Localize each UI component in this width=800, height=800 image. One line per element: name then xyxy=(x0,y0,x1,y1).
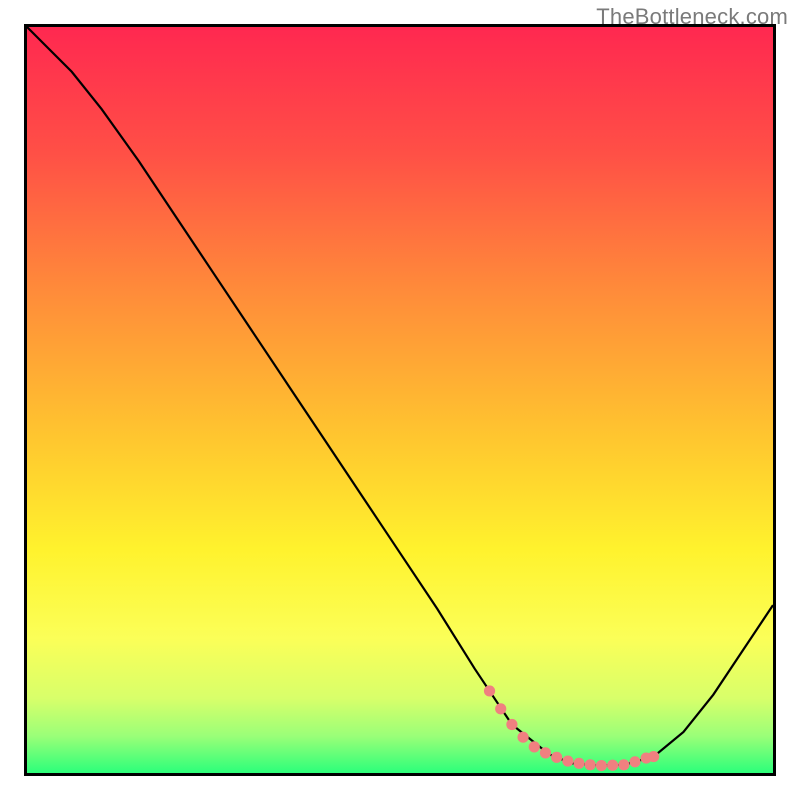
optimal-marker-dot xyxy=(562,755,573,766)
chart-container: TheBottleneck.com xyxy=(0,0,800,800)
optimal-marker-dot xyxy=(506,719,517,730)
plot-area xyxy=(24,24,776,776)
optimal-marker-dot xyxy=(529,741,540,752)
optimal-marker-dot xyxy=(607,760,618,771)
optimal-marker-dot xyxy=(517,732,528,743)
bottleneck-curve xyxy=(27,27,773,766)
optimal-marker-dot xyxy=(495,703,506,714)
optimal-marker-dot xyxy=(551,752,562,763)
optimal-marker-dot xyxy=(484,685,495,696)
optimal-marker-dot xyxy=(618,759,629,770)
optimal-marker-dot xyxy=(648,751,659,762)
optimal-marker-dot xyxy=(596,760,607,771)
optimal-marker-dot xyxy=(540,747,551,758)
plot-curves xyxy=(27,27,773,773)
optimal-marker-dot xyxy=(573,758,584,769)
optimal-range-markers xyxy=(484,685,659,771)
optimal-marker-dot xyxy=(629,756,640,767)
optimal-marker-dot xyxy=(585,759,596,770)
